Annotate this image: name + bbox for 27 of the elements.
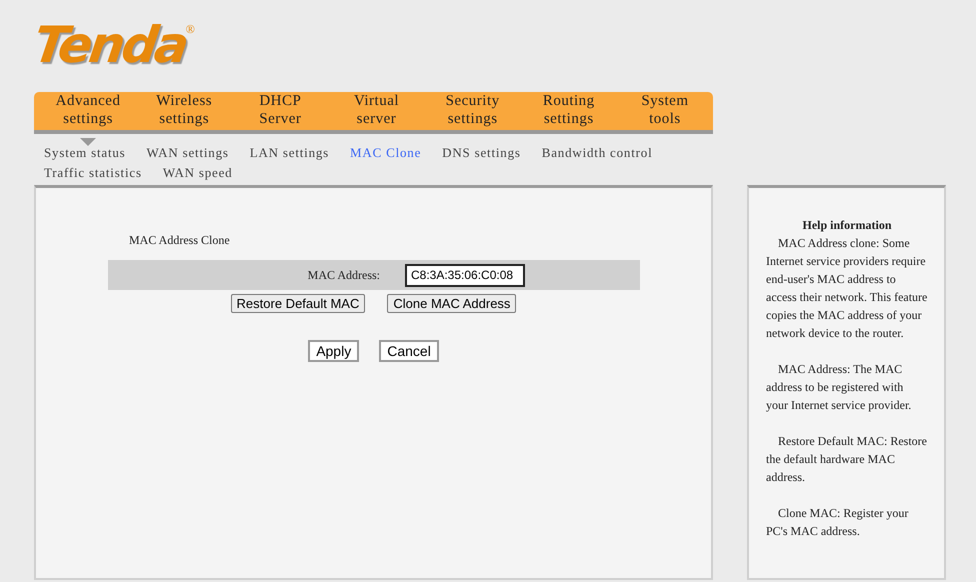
submenu-link[interactable]: WAN settings: [146, 144, 229, 162]
section-title: MAC Address Clone: [129, 233, 230, 247]
field-label: MAC Address:: [306, 267, 380, 284]
submenu-link[interactable]: LAN settings: [250, 144, 330, 162]
help-text: MAC Address clone: Some Internet service providers require end-user's MAC address to access their network. This feature copies the MAC address of your network device to the router.: [766, 235, 928, 342]
help-text: MAC Address: The MAC address to be registered with your Internet service provider.: [766, 361, 912, 414]
apply-button[interactable]: Apply: [308, 340, 360, 362]
menu-tab[interactable]: Advanced settings: [40, 92, 136, 146]
action-button[interactable]: Restore Default MAC: [230, 294, 366, 313]
menu-tab[interactable]: Routing settings: [520, 92, 617, 146]
mac-address-field[interactable]: C8:3A:35:06:C0:08: [405, 264, 525, 286]
submenu-link[interactable]: System status: [44, 144, 126, 162]
action-button[interactable]: Clone MAC Address: [387, 294, 516, 313]
menu-tab[interactable]: System tools: [616, 92, 713, 146]
help-title: Help information: [802, 217, 892, 234]
menu-tab[interactable]: Security settings: [424, 92, 521, 146]
menu-tab[interactable]: DHCP Server: [232, 92, 328, 146]
submenu-link[interactable]: WAN speed: [162, 164, 232, 182]
submenu-link[interactable]: Traffic statistics: [44, 164, 142, 182]
cancel-button[interactable]: Cancel: [379, 340, 439, 362]
submenu-link[interactable]: Bandwidth control: [542, 144, 652, 162]
submenu-link[interactable]: MAC Clone: [350, 144, 422, 162]
help-text: Clone MAC: Register your PC's MAC address.: [766, 505, 910, 540]
help-text: Restore Default MAC: Restore the default hardware MAC address.: [766, 433, 928, 486]
menu-tab[interactable]: Virtual server: [328, 92, 425, 146]
menu-tab[interactable]: Wireless settings: [136, 92, 232, 146]
submenu-link[interactable]: DNS settings: [442, 144, 521, 162]
